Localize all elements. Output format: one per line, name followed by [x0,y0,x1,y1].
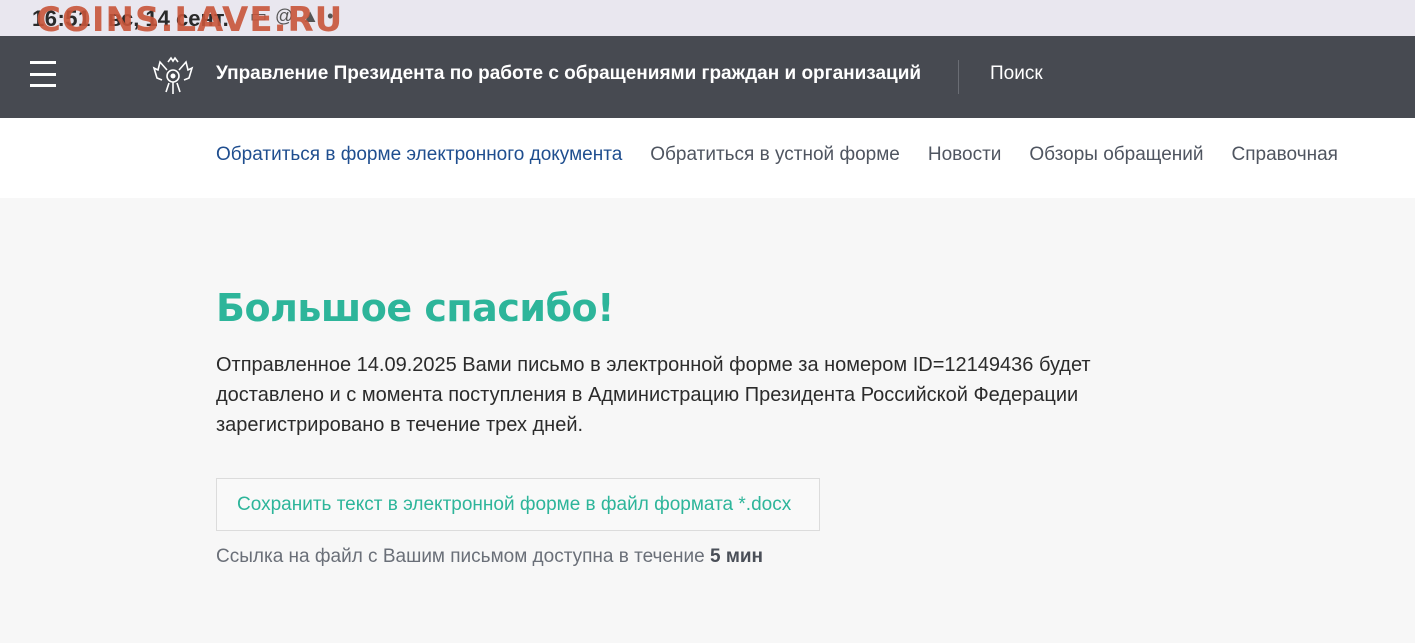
link-availability-note: Ссылка на файл с Вашим письмом доступна … [216,546,763,568]
nav-item-oral-appeal[interactable]: Обратиться в устной форме [650,144,900,166]
page-title: Большое спасибо! [216,286,614,330]
nav-items: Обратиться в форме электронного документ… [216,144,1338,166]
watermark: COINS.LAVE.RU [36,0,344,40]
site-header: Управление Президента по работе с обраще… [0,36,1415,118]
nav-item-reference[interactable]: Справочная [1232,144,1338,166]
link-note-text: Ссылка на файл с Вашим письмом доступна … [216,546,705,567]
header-divider [958,60,959,94]
nav-item-reviews[interactable]: Обзоры обращений [1029,144,1203,166]
confirmation-message: Отправленное 14.09.2025 Вами письмо в эл… [216,354,1091,436]
main-content: Большое спасибо! Отправленное 14.09.2025… [0,198,1415,643]
hamburger-icon[interactable] [30,61,56,87]
emblem-icon [152,56,194,94]
save-docx-button[interactable]: Сохранить текст в электронной форме в фа… [216,478,820,531]
search-link[interactable]: Поиск [990,63,1043,85]
link-note-duration: 5 мин [709,546,764,567]
status-bar: 16:51 вс, 14 сент. ▭ @ ▲ • COINS.LAVE.RU [0,0,1415,40]
main-nav: Обратиться в форме электронного документ… [0,118,1415,198]
nav-item-news[interactable]: Новости [928,144,1002,166]
nav-item-electronic-appeal[interactable]: Обратиться в форме электронного документ… [216,144,622,166]
org-title[interactable]: Управление Президента по работе с обраще… [216,63,921,85]
